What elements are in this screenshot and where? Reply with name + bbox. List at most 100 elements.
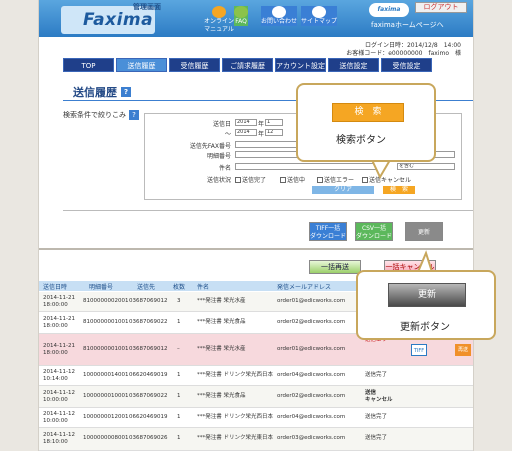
cell-dest: 06620469019 [129,372,168,378]
update-button[interactable]: 更新 [405,222,443,241]
checkbox-box [280,176,286,183]
month-to-select[interactable]: 12 [265,129,283,136]
cell-pages: 1 [177,414,181,420]
tab-billing-history[interactable]: ご請求履歴 [222,58,273,72]
cell-date: 2014-11-12 10:00:00 [43,390,75,403]
cell-dest: 06620469019 [129,414,168,420]
subject-match-select[interactable]: を含む [397,163,455,170]
cell-subject: ***発注書 栄光水産 [197,298,246,304]
cell-date: 2014-11-21 18:00:00 [43,316,75,329]
cell-email: order01@edicworks.com [277,298,346,304]
subject-input[interactable] [235,163,385,170]
cell-dest: 03687069022 [129,393,168,399]
cell-pages: 1 [177,319,181,325]
tab-top[interactable]: TOP [63,58,114,72]
nav-faq[interactable]: FAQ [234,6,248,26]
cell-pages: 1 [177,372,181,378]
home-link[interactable]: faximaホームページへ [371,20,444,30]
callout-update-label: 更新ボタン [400,322,450,333]
subject-label: 件名 [218,165,231,172]
tiff-download-icon[interactable]: TIFF [411,344,427,356]
table-row[interactable]: 2014-11-12 18:10:00 1000000008001 036870… [39,428,473,451]
tab-receive-settings[interactable]: 受信設定 [381,58,432,72]
status-label: 送信状況 [206,177,231,184]
status-sending-checkbox[interactable]: 送信中 [280,175,305,184]
help-icon[interactable]: ? [121,87,131,97]
tab-receive-history[interactable]: 受信履歴 [169,58,220,72]
header-detail[interactable]: 明細番号 [89,282,113,291]
search-button[interactable]: 検 索 [383,186,415,194]
table-row[interactable]: 2014-11-12 10:00:00 1000000010001 036870… [39,386,473,408]
cell-pages: 3 [177,298,181,304]
bulk-resend-button[interactable]: 一括再送 [309,260,361,274]
faxima-logo[interactable]: 管理画面 Faxima [61,3,161,34]
resend-icon[interactable]: 再送 [455,344,471,356]
nav-manual-label: オンライン マニュアル [204,18,235,33]
contact-icon [272,6,286,18]
status-complete-checkbox[interactable]: 送信完了 [235,175,266,184]
tab-account-settings[interactable]: アカウント設定 [275,58,326,72]
date-range-tilde: ～ [224,131,231,138]
cell-email: order02@edicworks.com [277,393,346,399]
callout-search-button: 検 索 [332,103,404,122]
logo-text: Faxima [83,10,154,30]
filter-help-icon[interactable]: ? [129,110,139,120]
form-divider [63,210,473,211]
cell-date: 2014-11-12 18:10:00 [43,432,75,445]
nav-contact[interactable]: お問い合わせ [261,6,298,26]
cell-email: order04@edicworks.com [277,414,346,420]
faq-icon [234,6,248,18]
cell-dest: 03687069022 [129,319,168,325]
header-email: 発信メールアドレス [277,284,332,291]
cell-date: 2014-11-21 18:00:00 [43,295,75,308]
status-cancel-checkbox[interactable]: 送信キャンセル [362,175,411,184]
sitemap-icon [312,6,326,18]
cell-detail: 1000000010001 [83,393,129,399]
cell-status: 送信 キャンセル [365,390,393,403]
cell-email: order02@edicworks.com [277,319,346,325]
nav-manual[interactable]: オンライン マニュアル [204,6,234,34]
callout-search-label: 検索ボタン [336,135,386,146]
tiff-bulk-download-button[interactable]: TIFF一括 ダウンロード [309,222,347,241]
detail-number-label: 明細番号 [206,153,231,160]
cell-subject: ***発注書 ドリンク栄光西日本 [197,414,273,420]
month-from-select[interactable]: 1 [265,119,283,126]
app-frame: 管理画面 Faxima オンライン マニュアル FAQ お問い合わせ サイトマッ… [38,0,474,451]
year-from-select[interactable]: 2014 [235,119,257,126]
header-pages[interactable]: 枚数 [173,282,185,291]
cell-subject: ***発注書 栄光食品 [197,319,246,325]
clear-button[interactable]: クリア [312,186,374,194]
header-dest[interactable]: 送信先 [137,282,155,291]
cell-email: order03@edicworks.com [277,435,346,441]
checkbox-box [235,176,241,183]
tab-send-settings[interactable]: 送信設定 [328,58,379,72]
year-unit: 年 [258,121,265,128]
year-unit-to: 年 [258,131,265,138]
nav-sitemap-label: サイトマップ [301,18,338,25]
filter-heading: 検索条件で絞りこみ ? [63,110,139,120]
cell-detail: 8100000002001 [83,298,129,304]
status-cancel-label: 送信キャンセル [369,177,412,184]
header-date[interactable]: 送信日時 [43,282,67,291]
year-to-select[interactable]: 2014 [235,129,257,136]
nav-faq-label: FAQ [235,18,247,25]
status-error-checkbox[interactable]: 送信エラー [317,175,354,184]
status-complete-label: 送信完了 [242,177,267,184]
table-row[interactable]: 2014-11-12 10:00:00 1000000012001 066204… [39,408,473,428]
cell-subject: ***発注書 栄光食品 [197,393,246,399]
filter-label-text: 検索条件で絞りこみ [63,111,126,119]
table-row[interactable]: 2014-11-12 10:14:00 1000000014001 066204… [39,366,473,386]
csv-bulk-download-button[interactable]: CSV一括 ダウンロード [355,222,393,241]
cell-detail: 1000000008001 [83,435,129,441]
nav-sitemap[interactable]: サイトマップ [301,6,338,26]
send-date-label: 送信日 [212,121,231,128]
tab-send-history[interactable]: 送信履歴 [116,58,167,72]
section-divider [39,248,473,250]
callout-update-button: 更新 [388,283,466,307]
header-subject: 件名 [197,284,210,291]
cell-pages: 1 [177,435,181,441]
cell-dest: 03687069012 [129,346,168,352]
cell-date: 2014-11-12 10:00:00 [43,411,75,424]
cell-subject: ***発注書 栄光水産 [197,346,246,352]
logout-button[interactable]: ログアウト [415,2,467,13]
